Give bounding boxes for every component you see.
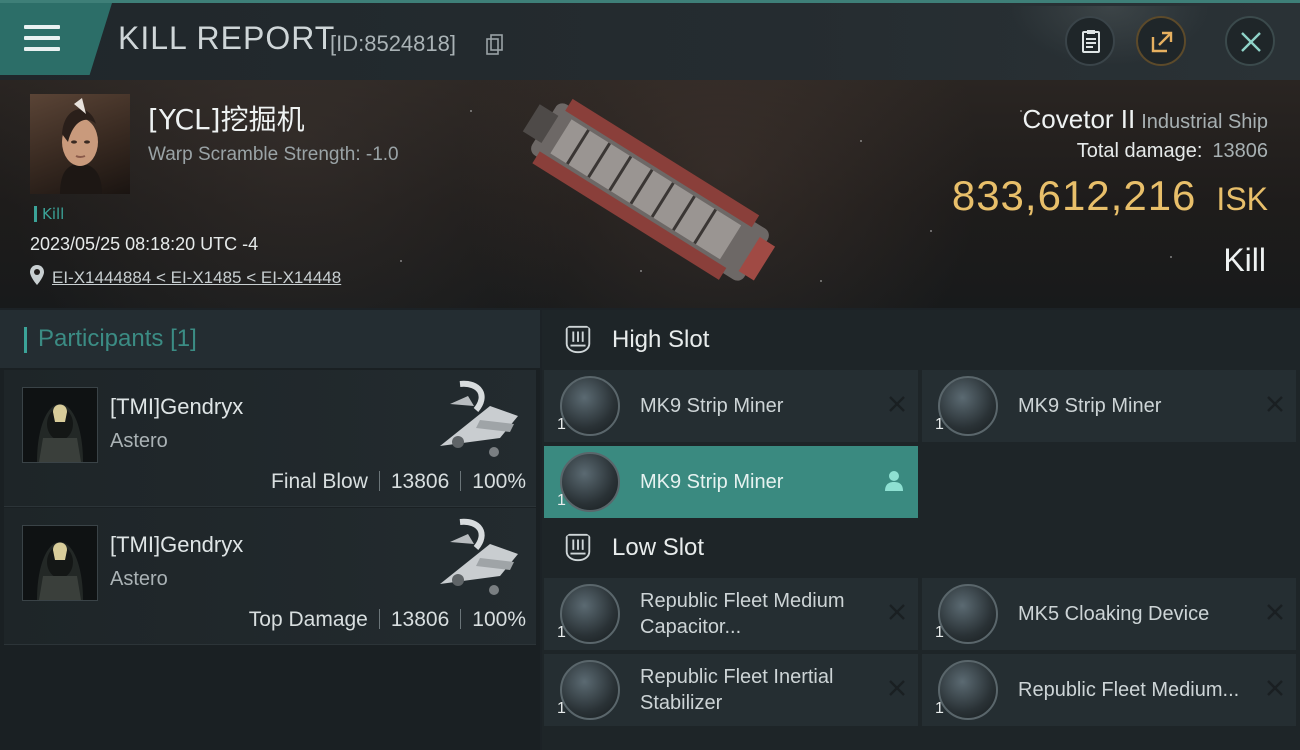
- participant-stats: Final Blow 13806 100%: [271, 470, 526, 494]
- destroyed-icon: [1267, 604, 1283, 620]
- destroyed-icon: [889, 396, 905, 412]
- participant-percent: 100%: [472, 470, 526, 493]
- high-slot-icon: [565, 325, 591, 354]
- participant-damage: 13806: [390, 608, 450, 631]
- participant-damage: 13806: [390, 470, 450, 493]
- participant-percent: 100%: [472, 608, 526, 631]
- share-icon: [1151, 31, 1173, 53]
- module-item[interactable]: 1 MK9 Strip Miner: [922, 370, 1296, 442]
- module-item[interactable]: 1 MK5 Cloaking Device: [922, 578, 1296, 650]
- isk-unit: ISK: [1216, 181, 1268, 217]
- module-name: Republic Fleet Medium Capacitor...: [640, 590, 845, 638]
- participant-role: Final Blow: [271, 470, 368, 493]
- high-slot-title: High Slot: [612, 326, 710, 353]
- destroyed-icon: [889, 680, 905, 696]
- isk-amount: 833,612,216: [951, 172, 1197, 219]
- destroyed-icon: [1267, 680, 1283, 696]
- module-item[interactable]: 1 MK9 Strip Miner: [544, 370, 918, 442]
- clipboard-button[interactable]: [1065, 16, 1115, 66]
- participants-title: Participants [1]: [38, 325, 197, 352]
- participant-ship-image: [440, 518, 518, 595]
- participant-name[interactable]: [TMI]Gendryx: [110, 532, 243, 558]
- module-name: MK5 Cloaking Device: [1018, 603, 1210, 625]
- module-quantity: 1: [935, 624, 944, 641]
- module-name: MK9 Strip Miner: [640, 395, 784, 417]
- module-item[interactable]: 1 Republic Fleet Inertial Stabilizer: [544, 654, 918, 726]
- menu-icon: [24, 25, 60, 53]
- module-name: MK9 Strip Miner: [640, 471, 784, 493]
- isk-value: 833,612,216 ISK: [952, 172, 1268, 220]
- kill-datetime: 2023/05/25 08:18:20 UTC -4: [30, 234, 259, 254]
- victim-name[interactable]: [YCL]挖掘机: [148, 98, 305, 138]
- participants-header: Participants [1]: [0, 310, 540, 368]
- module-quantity: 1: [935, 416, 944, 433]
- victim-avatar[interactable]: [30, 94, 130, 194]
- victim-summary: [YCL]挖掘机 Warp Scramble Strength: -1.0 Ki…: [0, 80, 1300, 308]
- module-item[interactable]: 1 Republic Fleet Medium Capacitor...: [544, 578, 918, 650]
- destroyed-icon: [1267, 396, 1283, 412]
- ship-class: Industrial Ship: [1141, 111, 1268, 133]
- share-button[interactable]: [1136, 16, 1186, 66]
- module-quantity: 1: [557, 416, 566, 433]
- participant-role: Top Damage: [248, 608, 368, 631]
- medium-module-icon: [938, 660, 998, 720]
- strip-miner-icon: [560, 452, 620, 512]
- participant-row[interactable]: [TMI]Gendryx Astero Top Damage 13806 100%: [4, 508, 536, 645]
- location-pin-icon: [30, 265, 44, 285]
- close-button[interactable]: [1225, 16, 1275, 66]
- high-slot-header: High Slot: [542, 310, 1300, 372]
- participant-row[interactable]: [TMI]Gendryx Astero Final Blow 13806 100%: [4, 370, 536, 507]
- victim-ship-image: [522, 98, 776, 281]
- participants-panel: Participants [1] [TMI]Gendryx Astero Fin…: [0, 310, 540, 750]
- total-damage-value: 13806: [1212, 140, 1268, 162]
- strip-miner-icon: [938, 376, 998, 436]
- participant-ship: Astero: [110, 568, 168, 590]
- low-slot-icon: [565, 533, 591, 562]
- cloaking-device-icon: [938, 584, 998, 644]
- total-damage: Total damage: 13806: [1077, 140, 1268, 163]
- fitting-panel: High Slot 1 MK9 Strip Miner 1 MK9 Strip …: [542, 310, 1300, 750]
- result-label: Kill: [1223, 242, 1266, 278]
- module-item[interactable]: 1 MK9 Strip Miner: [544, 446, 918, 518]
- low-slot-title: Low Slot: [612, 534, 705, 561]
- ship-name: Covetor II: [1022, 104, 1136, 134]
- page-title: KILL REPORT: [118, 20, 336, 56]
- destroyed-icon: [889, 604, 905, 620]
- copy-icon[interactable]: [486, 34, 504, 56]
- module-quantity: 1: [557, 700, 566, 717]
- participant-ship-image: [440, 380, 518, 457]
- location-link[interactable]: EI-X1444884 < EI-X1485 < EI-X14448: [52, 268, 341, 288]
- module-name: Republic Fleet Inertial Stabilizer: [640, 666, 834, 714]
- module-quantity: 1: [557, 492, 566, 509]
- module-name: Republic Fleet Medium...: [1018, 679, 1240, 701]
- report-id: [ID:8524818]: [330, 31, 456, 56]
- inertial-stabilizer-icon: [560, 660, 620, 720]
- warp-scramble-strength: Warp Scramble Strength: -1.0: [148, 144, 399, 165]
- participant-avatar: [22, 525, 98, 601]
- capacitor-icon: [560, 584, 620, 644]
- dropped-user-icon: [885, 471, 903, 491]
- participant-ship: Astero: [110, 430, 168, 452]
- clipboard-icon: [1082, 30, 1100, 53]
- module-name: MK9 Strip Miner: [1018, 395, 1162, 417]
- low-slot-header: Low Slot: [542, 518, 1300, 580]
- participant-stats: Top Damage 13806 100%: [249, 608, 526, 632]
- victim-ship[interactable]: Covetor II Industrial Ship: [1023, 104, 1268, 135]
- total-damage-label: Total damage:: [1076, 140, 1203, 162]
- kill-tag: Kill: [34, 206, 64, 222]
- strip-miner-icon: [560, 376, 620, 436]
- participant-avatar: [22, 387, 98, 463]
- header-accent-bar: [24, 327, 27, 353]
- participant-name[interactable]: [TMI]Gendryx: [110, 394, 243, 420]
- module-quantity: 1: [935, 700, 944, 717]
- module-quantity: 1: [557, 624, 566, 641]
- close-icon: [1241, 32, 1261, 52]
- module-item[interactable]: 1 Republic Fleet Medium...: [922, 654, 1296, 726]
- participants-count: [1]: [170, 325, 197, 352]
